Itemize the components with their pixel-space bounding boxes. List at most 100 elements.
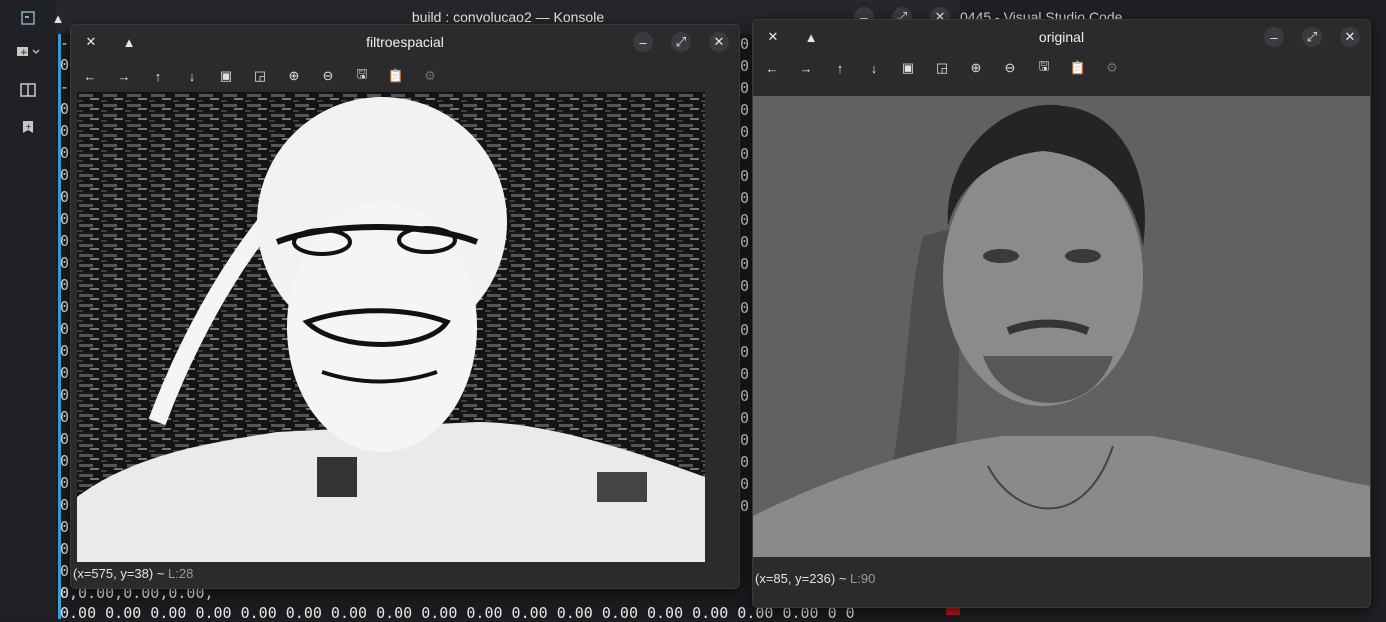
- keep-above-icon[interactable]: ▲: [119, 32, 139, 52]
- pan-up-icon[interactable]: ↑: [827, 55, 853, 81]
- zoom-out-icon[interactable]: ⊖: [997, 55, 1023, 81]
- copy-clipboard-icon[interactable]: 📋: [383, 63, 409, 89]
- window-title: filtroespacial: [366, 34, 444, 50]
- filtered-image[interactable]: [77, 92, 705, 562]
- pixel-level: L:28: [168, 566, 194, 581]
- svg-text:+: +: [20, 48, 28, 58]
- terminal-cell: 0: [60, 254, 70, 272]
- image-toolbar: ← → ↑ ↓ ▣ ◲ ⊕ ⊖ 🖫 📋 ⚙: [77, 63, 443, 89]
- terminal-cursor: [946, 607, 960, 615]
- close-icon[interactable]: ✕: [763, 27, 783, 47]
- status-bar: (x=85, y=236) ~ L:90: [755, 571, 875, 586]
- terminal-cell: 0: [740, 431, 750, 449]
- terminal-cell: 0: [60, 408, 70, 426]
- terminal-cell: 0: [60, 430, 70, 448]
- terminal-cell: -: [60, 34, 70, 52]
- terminal-cell: 0: [740, 453, 750, 471]
- terminal-cell: 0: [740, 277, 750, 295]
- split-editor-icon[interactable]: [14, 76, 42, 104]
- pan-down-icon[interactable]: ↓: [179, 63, 205, 89]
- close-button[interactable]: ✕: [1340, 27, 1360, 47]
- terminal-cell: 0: [740, 101, 750, 119]
- copy-clipboard-icon[interactable]: 📋: [1065, 55, 1091, 81]
- pixel-coordinates: (x=85, y=236) ~: [755, 571, 847, 586]
- terminal-cell: 0: [60, 562, 70, 580]
- properties-icon[interactable]: ⚙: [1099, 55, 1125, 81]
- terminal-cell: 0: [740, 35, 750, 53]
- pixel-level: L:90: [850, 571, 876, 586]
- terminal-cell: 0: [60, 364, 70, 382]
- filtroespacial-window: filtroespacial ✕ ▲ – ⤢ ✕ ← → ↑ ↓ ▣ ◲ ⊕ ⊖ 🖫 📋 ⚙: [70, 24, 740, 589]
- save-icon[interactable]: 🖫: [349, 63, 375, 89]
- remote-add-icon[interactable]: +: [14, 38, 42, 66]
- terminal-cell: 0: [740, 57, 750, 75]
- zoom-original-icon[interactable]: ◲: [247, 63, 273, 89]
- terminal-cell: 0: [60, 320, 70, 338]
- terminal-cell: 0: [60, 122, 70, 140]
- terminal-cell: 0: [740, 321, 750, 339]
- zoom-original-icon[interactable]: ◲: [929, 55, 955, 81]
- pan-down-icon[interactable]: ↓: [861, 55, 887, 81]
- terminal-cell: 0: [740, 167, 750, 185]
- terminal-cell: 0: [60, 232, 70, 250]
- terminal-cell: 0: [740, 409, 750, 427]
- save-icon[interactable]: 🖫: [1031, 55, 1057, 81]
- terminal-cell: 0: [60, 452, 70, 470]
- terminal-cell: 0: [740, 497, 750, 515]
- zoom-fit-icon[interactable]: ▣: [895, 55, 921, 81]
- terminal-cell: 0: [740, 365, 750, 383]
- terminal-cell: 0: [60, 144, 70, 162]
- terminal-cell: 0: [60, 56, 70, 74]
- original-window: original ✕ ▲ – ⤢ ✕ ← → ↑ ↓ ▣ ◲ ⊕ ⊖ 🖫 📋 ⚙ (x=85, y=…: [752, 19, 1371, 608]
- terminal-cell: 0: [740, 79, 750, 97]
- maximize-button[interactable]: ⤢: [1302, 27, 1322, 47]
- terminal-cell: 0: [60, 496, 70, 514]
- terminal-cell: 0: [60, 342, 70, 360]
- close-button[interactable]: ✕: [709, 32, 729, 52]
- pan-left-icon[interactable]: ←: [759, 55, 785, 81]
- terminal-cell: 0: [740, 233, 750, 251]
- zoom-in-icon[interactable]: ⊕: [963, 55, 989, 81]
- terminal-output-line: 0.00 0.00 0.00 0.00 0.00 0.00 0.00 0.00 …: [60, 604, 855, 622]
- maximize-button[interactable]: ⤢: [671, 32, 691, 52]
- pan-up-icon[interactable]: ↑: [145, 63, 171, 89]
- status-bar: (x=575, y=38) ~ L:28: [73, 566, 193, 581]
- minimize-button[interactable]: –: [1264, 27, 1284, 47]
- terminal-cell: 0: [60, 474, 70, 492]
- terminal-cell: 0: [60, 210, 70, 228]
- properties-icon[interactable]: ⚙: [417, 63, 443, 89]
- window-title: original: [1038, 29, 1085, 45]
- svg-text:+: +: [25, 122, 32, 131]
- konsole-title: build : convolucao2 — Konsole: [411, 9, 605, 25]
- pan-left-icon[interactable]: ←: [77, 63, 103, 89]
- close-icon[interactable]: ✕: [81, 32, 101, 52]
- terminal-cell: 0: [60, 540, 70, 558]
- terminal-cell: 0: [740, 123, 750, 141]
- terminal-cell: -: [60, 78, 70, 96]
- konsole-menu-icon[interactable]: ▲: [48, 8, 68, 28]
- bookmark-add-icon[interactable]: +: [14, 113, 42, 141]
- zoom-out-icon[interactable]: ⊖: [315, 63, 341, 89]
- terminal-cell: 0: [740, 343, 750, 361]
- pan-right-icon[interactable]: →: [793, 55, 819, 81]
- terminal-cell: 0: [740, 145, 750, 163]
- keep-above-icon[interactable]: ▲: [801, 27, 821, 47]
- terminal-right-column: 0 0 0 0 0 0 0 0 0 0 0 0 0 0 0 0 0 0 0 0 0 0: [740, 33, 749, 517]
- vscode-activity-bar: + +: [0, 0, 57, 619]
- original-image[interactable]: [753, 96, 1370, 557]
- terminal-cell: 0: [60, 518, 70, 536]
- terminal-cell: 0: [60, 298, 70, 316]
- terminal-cell: 0: [740, 475, 750, 493]
- explorer-app-icon[interactable]: [14, 4, 42, 32]
- terminal-cell: 0: [740, 387, 750, 405]
- terminal-cell: 0: [740, 255, 750, 273]
- zoom-fit-icon[interactable]: ▣: [213, 63, 239, 89]
- minimize-button[interactable]: –: [633, 32, 653, 52]
- terminal-left-column: -0-00000000000000000000000: [60, 32, 69, 604]
- zoom-in-icon[interactable]: ⊕: [281, 63, 307, 89]
- terminal-cell: 0: [60, 188, 70, 206]
- pan-right-icon[interactable]: →: [111, 63, 137, 89]
- terminal-cell: 0: [740, 189, 750, 207]
- pixel-coordinates: (x=575, y=38) ~: [73, 566, 165, 581]
- terminal-cell: 0: [740, 299, 750, 317]
